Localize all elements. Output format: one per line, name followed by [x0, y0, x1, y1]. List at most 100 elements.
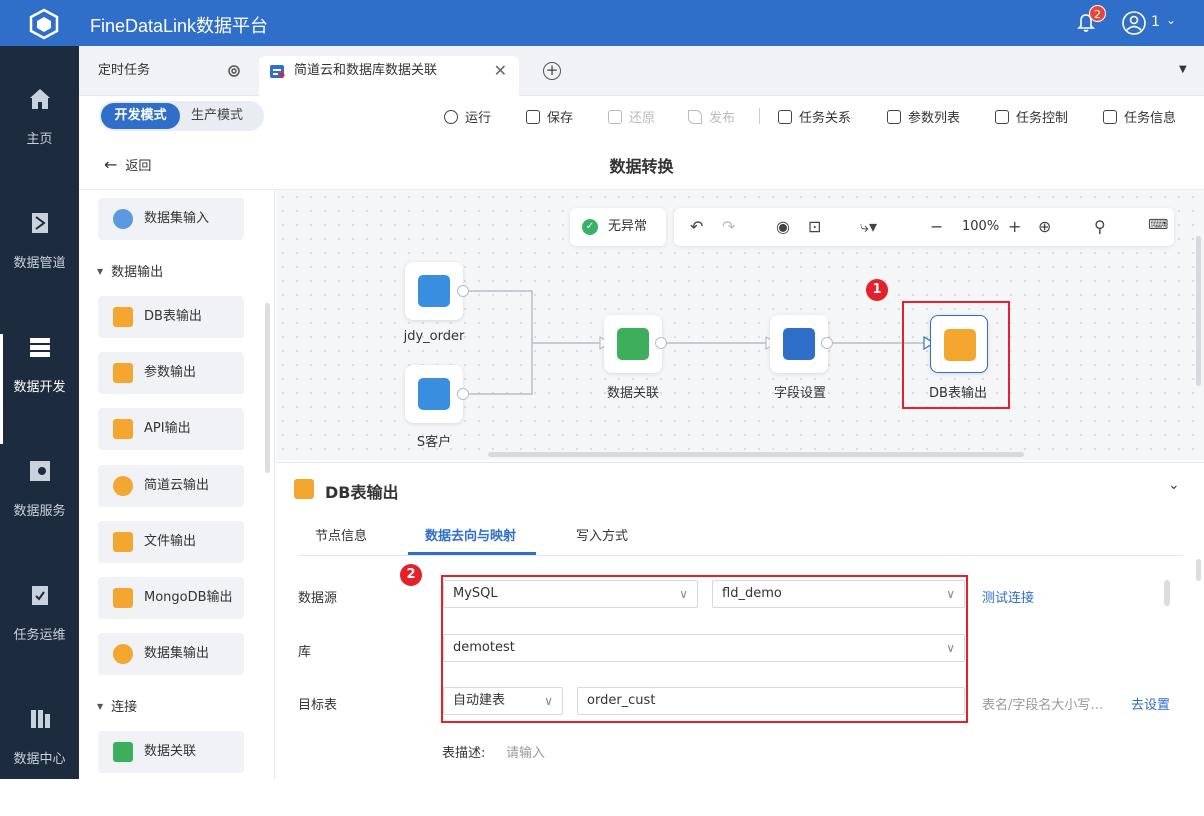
db-input-icon	[418, 275, 450, 307]
node-label: 数据关联	[606, 386, 659, 401]
datasource-label: 数据源	[298, 591, 338, 606]
dev-icon	[29, 338, 50, 357]
panel-scrollbar[interactable]	[1196, 559, 1201, 581]
output-port[interactable]	[821, 337, 833, 349]
canvas-vertical-scrollbar[interactable]	[1196, 236, 1201, 386]
restore-icon	[608, 110, 622, 124]
tab-scheduled[interactable]: 定时任务	[79, 56, 257, 96]
jdy-output-icon	[113, 476, 133, 496]
properties-panel: DB表输出 ⌄ 节点信息 数据去向与映射 写入方式 数据源 MySQL ∨ fld…	[276, 462, 1204, 779]
node-label: jdy_order	[403, 329, 465, 344]
toolbar-divider	[759, 108, 760, 124]
relations-button[interactable]: 任务关系	[778, 107, 851, 126]
dev-mode-button[interactable]: 开发模式	[101, 103, 180, 129]
component-data-join[interactable]: 数据关联	[98, 731, 244, 773]
params-icon	[887, 110, 901, 124]
case-hint: 表名/字段名大小写…	[982, 698, 1104, 713]
test-connection-link[interactable]: 测试连接	[982, 587, 1034, 606]
top-bar: FineDataLink数据平台 2 1 ⌄	[0, 0, 1204, 46]
step-marker: 2	[400, 564, 422, 586]
relation-icon	[778, 110, 792, 124]
ops-icon	[31, 586, 48, 605]
params-button[interactable]: 参数列表	[887, 107, 960, 126]
save-icon	[526, 110, 540, 124]
output-port[interactable]	[655, 337, 667, 349]
component-db-output[interactable]: DB表输出	[98, 296, 244, 338]
component-jdy-output[interactable]: 简道云输出	[98, 465, 244, 507]
close-icon[interactable]: ✕	[494, 56, 507, 86]
node-label: S客户	[416, 435, 452, 450]
tab-write-mode[interactable]: 写入方式	[576, 525, 628, 544]
prod-mode-button[interactable]: 生产模式	[191, 101, 243, 131]
home-icon	[29, 89, 50, 109]
component-file-output[interactable]: 文件输出	[98, 521, 244, 563]
info-icon	[1103, 110, 1117, 124]
send-icon	[688, 110, 702, 124]
page-header: ← 返回 数据转换	[79, 136, 1204, 190]
join-icon	[113, 742, 133, 762]
publish-button[interactable]: 发布	[688, 107, 735, 126]
canvas-horizontal-scrollbar[interactable]	[488, 452, 1024, 457]
nav-pipeline[interactable]: 数据管道	[0, 210, 79, 320]
node-jdy-order[interactable]	[405, 262, 463, 320]
table-desc-input[interactable]: 请输入	[506, 742, 545, 761]
notification-badge: 2	[1089, 5, 1106, 22]
panel-scrollbar[interactable]	[265, 303, 270, 473]
page-title: 数据转换	[609, 157, 674, 176]
output-port[interactable]	[457, 285, 469, 297]
nav-home[interactable]: 主页	[0, 86, 79, 196]
save-button[interactable]: 保存	[526, 107, 573, 126]
mode-switch[interactable]: 开发模式 生产模式	[99, 101, 264, 131]
tab-dropdown-icon[interactable]: ▼	[1179, 64, 1187, 75]
form-scrollbar[interactable]	[1164, 580, 1170, 606]
run-button[interactable]: 运行	[444, 107, 491, 126]
node-label: 字段设置	[773, 386, 826, 401]
output-port[interactable]	[457, 388, 469, 400]
component-mongo-output[interactable]: MongoDB输出	[98, 577, 244, 619]
side-nav: 主页 数据管道 数据开发 数据服务 任务运维 数据中心	[0, 46, 79, 779]
info-button[interactable]: 任务信息	[1103, 107, 1176, 126]
divider	[298, 555, 1183, 556]
task-icon	[270, 65, 285, 78]
field-settings-icon	[783, 328, 815, 360]
node-s-customer[interactable]	[405, 365, 463, 423]
tab-mapping[interactable]: 数据去向与映射	[425, 525, 516, 544]
component-api-output[interactable]: API输出	[98, 408, 244, 450]
highlight-box	[902, 301, 1010, 409]
node-field-settings[interactable]	[770, 315, 828, 373]
highlight-box	[441, 575, 968, 723]
node-data-join[interactable]	[604, 315, 662, 373]
component-param-output[interactable]: 参数输出	[98, 352, 244, 394]
chevron-down-icon[interactable]: ⌄	[1166, 13, 1176, 27]
control-button[interactable]: 任务控制	[995, 107, 1068, 126]
target-table-label: 目标表	[298, 698, 338, 713]
file-output-icon	[113, 532, 133, 552]
component-dataset-input[interactable]: 数据集输入	[98, 198, 244, 240]
nav-ops[interactable]: 任务运维	[0, 582, 79, 692]
group-join[interactable]: 连接	[97, 696, 137, 715]
nav-datacenter[interactable]: 数据中心	[0, 706, 79, 816]
tab-active[interactable]: 简道云和数据库数据关联 ✕	[259, 56, 519, 96]
user-avatar-icon[interactable]	[1122, 11, 1146, 35]
flow-canvas[interactable]: ✓ 无异常 ↶ ↷ ◉ ⊡ ⤷▾ − 100% + ⊕ ⚲ ⌨ jdy_order…	[276, 190, 1204, 460]
db-output-icon	[113, 307, 133, 327]
join-icon	[617, 328, 649, 360]
mongodb-output-icon	[113, 588, 133, 608]
tab-node-info[interactable]: 节点信息	[315, 525, 367, 544]
nav-service[interactable]: 数据服务	[0, 458, 79, 568]
nav-dev[interactable]: 数据开发	[0, 334, 79, 444]
add-tab-icon[interactable]: +	[543, 62, 561, 80]
collapse-icon[interactable]: ⌄	[1168, 477, 1180, 493]
tab-bar: 定时任务 简道云和数据库数据关联 ✕ + ▼	[79, 46, 1204, 96]
group-data-output[interactable]: 数据输出	[97, 261, 163, 280]
task-toolbar: 开发模式 生产模式 运行 保存 还原 发布 任务关系 参数列表 任务控制 任务信…	[79, 96, 1204, 136]
param-output-icon	[113, 363, 133, 383]
component-dataset-output[interactable]: 数据集输出	[98, 633, 244, 675]
user-name[interactable]: 1	[1151, 14, 1160, 30]
app-title: FineDataLink数据平台	[90, 16, 269, 36]
pipeline-icon	[31, 213, 48, 233]
dataset-icon	[113, 209, 133, 229]
gear-icon[interactable]	[227, 64, 241, 78]
go-settings-link[interactable]: 去设置	[1131, 694, 1170, 713]
restore-button[interactable]: 还原	[608, 107, 655, 126]
